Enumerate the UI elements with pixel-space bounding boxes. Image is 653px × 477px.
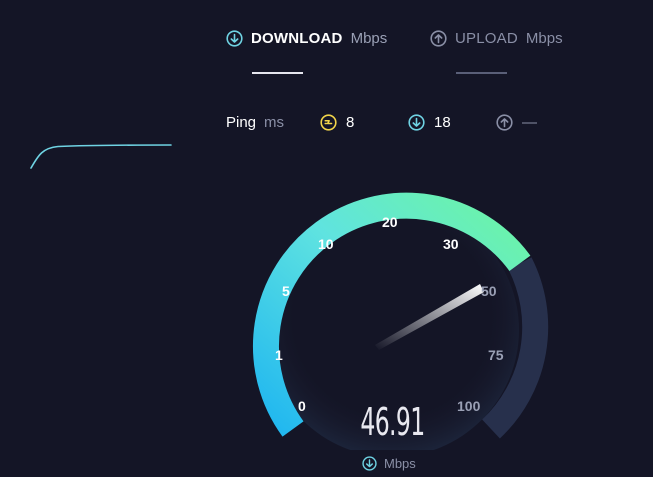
speed-graph xyxy=(30,144,172,169)
gauge-tick-label: 100 xyxy=(457,398,481,414)
ping-upload: — xyxy=(496,112,537,132)
ping-idle: 8 xyxy=(320,112,354,132)
ping-unit: ms xyxy=(264,113,285,131)
gauge-tick-label: 30 xyxy=(443,236,459,252)
gauge-tick-label: 10 xyxy=(318,236,334,252)
gauge-tick-label: 5 xyxy=(282,283,290,299)
tab-upload-underline xyxy=(456,72,507,74)
speed-value: 46.91 xyxy=(360,400,425,444)
ping-upload-value: — xyxy=(522,113,537,131)
gauge-tick-label: 20 xyxy=(382,214,398,230)
speed-unit: Mbps xyxy=(384,455,416,471)
tab-download-label: DOWNLOAD xyxy=(251,29,343,47)
ping-label: Ping xyxy=(226,113,257,131)
gauge-tick-label: 75 xyxy=(488,347,504,363)
idle-latency-icon xyxy=(320,113,337,131)
ping-download-value: 18 xyxy=(434,113,451,131)
tab-download[interactable]: DOWNLOAD Mbps xyxy=(226,28,387,48)
tab-download-underline xyxy=(252,72,303,74)
gauge-tick-label: 1 xyxy=(275,347,283,363)
ping-label-group: Ping ms xyxy=(226,112,284,132)
ping-idle-value: 8 xyxy=(346,113,355,131)
speed-unit-row: Mbps xyxy=(362,454,416,472)
upload-latency-icon xyxy=(496,113,513,131)
upload-icon xyxy=(430,29,447,47)
tab-download-unit: Mbps xyxy=(350,29,388,47)
tab-upload[interactable]: UPLOAD Mbps xyxy=(430,28,563,48)
tab-upload-unit: Mbps xyxy=(525,29,563,47)
download-latency-icon xyxy=(408,113,425,131)
gauge-tick-label: 50 xyxy=(481,283,497,299)
tab-upload-label: UPLOAD xyxy=(455,29,518,47)
ping-download: 18 xyxy=(408,112,451,132)
download-icon xyxy=(226,29,243,47)
download-small-icon xyxy=(362,455,377,471)
gauge-tick-label: 0 xyxy=(298,398,306,414)
